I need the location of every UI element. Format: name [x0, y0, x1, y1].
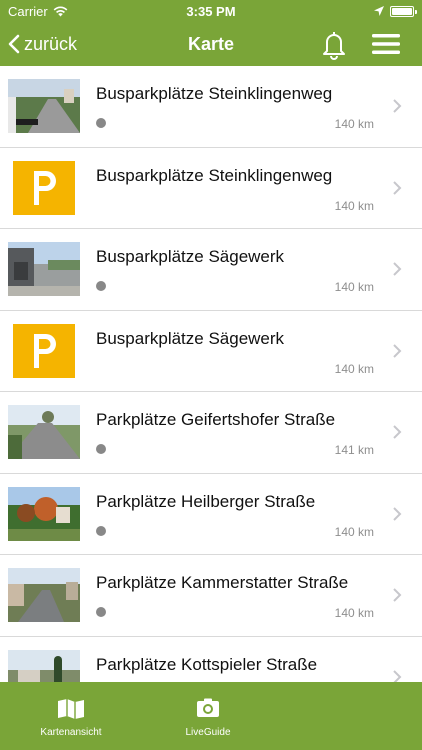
list-item[interactable]: Parkplätze Kammerstatter Straße 140 km — [0, 555, 422, 637]
chevron-right-icon — [393, 180, 402, 195]
thumbnail-photo — [8, 79, 80, 133]
item-distance: 140 km — [334, 198, 374, 213]
status-dot — [96, 607, 106, 617]
status-dot — [96, 118, 106, 128]
tab-label: Kartenansicht — [40, 727, 102, 738]
hamburger-menu-icon[interactable] — [370, 30, 402, 58]
parking-sign-icon — [8, 323, 80, 378]
chevron-right-icon — [393, 506, 402, 521]
chevron-right-icon — [393, 262, 402, 276]
item-title: Busparkplätze Sägewerk — [96, 247, 285, 266]
book-map-icon — [58, 699, 84, 719]
location-arrow-icon — [374, 6, 384, 16]
chevron-right-icon — [393, 425, 402, 439]
item-distance: 140 km — [334, 361, 374, 376]
status-dot — [96, 525, 106, 536]
chevron-right-icon — [393, 669, 402, 682]
thumbnail-photo — [8, 242, 80, 296]
status-dot — [96, 444, 106, 454]
status-bar: Carrier 3:35 PM — [0, 0, 422, 22]
item-title: Parkplätze Kottspieler Straße — [96, 654, 318, 674]
parking-sign-icon — [8, 160, 80, 215]
list-item[interactable]: Parkplätze Heilberger Straße 140 km — [0, 474, 422, 555]
thumbnail-photo — [8, 486, 80, 541]
thumbnail-photo — [8, 568, 80, 622]
camera-icon — [197, 698, 219, 717]
item-title: Parkplätze Kammerstatter Straße — [96, 573, 349, 592]
wifi-icon — [53, 6, 68, 16]
status-right — [374, 5, 417, 17]
item-distance: 141 km — [334, 443, 374, 457]
status-left: Carrier — [8, 4, 68, 19]
list-item[interactable]: Parkplätze Kottspieler Straße — [0, 637, 422, 682]
item-distance: 140 km — [334, 524, 374, 539]
list-item[interactable]: Parkplätze Geifertshofer Straße 141 km — [0, 392, 422, 474]
status-dot — [96, 281, 106, 291]
bell-icon[interactable] — [318, 28, 350, 60]
carrier-label: Carrier — [8, 3, 48, 19]
item-title: Busparkplätze Steinklingenweg — [96, 165, 333, 185]
item-title: Busparkplätze Steinklingenweg — [96, 84, 333, 103]
back-label: zurück — [24, 33, 78, 54]
item-distance: 140 km — [334, 117, 374, 131]
list-item[interactable]: Busparkplätze Steinklingenweg 140 km — [0, 66, 422, 148]
tab-kartenansicht[interactable]: Kartenansicht — [1, 682, 141, 750]
thumbnail-photo — [8, 649, 80, 682]
chevron-right-icon — [393, 99, 402, 113]
navigation-bar: zurück Karte — [0, 22, 422, 66]
back-button[interactable]: zurück — [8, 22, 77, 66]
tab-liveguide[interactable]: LiveGuide — [138, 682, 278, 750]
chevron-right-icon — [393, 343, 402, 358]
list-item[interactable]: Busparkplätze Steinklingenweg 140 km — [0, 148, 422, 229]
item-distance: 140 km — [334, 280, 374, 294]
parking-list: Busparkplätze Steinklingenweg 140 km Bus… — [0, 66, 422, 682]
tab-label: LiveGuide — [185, 727, 231, 738]
item-title: Busparkplätze Sägewerk — [96, 328, 285, 348]
thumbnail-photo — [8, 405, 80, 459]
chevron-right-icon — [393, 588, 402, 602]
battery-icon — [390, 5, 417, 17]
tab-bar: Kartenansicht LiveGuide — [0, 682, 422, 750]
item-distance: 140 km — [334, 606, 374, 620]
list-item[interactable]: Busparkplätze Sägewerk 140 km — [0, 229, 422, 311]
item-title: Parkplätze Geifertshofer Straße — [96, 410, 336, 429]
item-title: Parkplätze Heilberger Straße — [96, 491, 316, 511]
list-item[interactable]: Busparkplätze Sägewerk 140 km — [0, 311, 422, 392]
chevron-left-icon — [8, 34, 20, 54]
